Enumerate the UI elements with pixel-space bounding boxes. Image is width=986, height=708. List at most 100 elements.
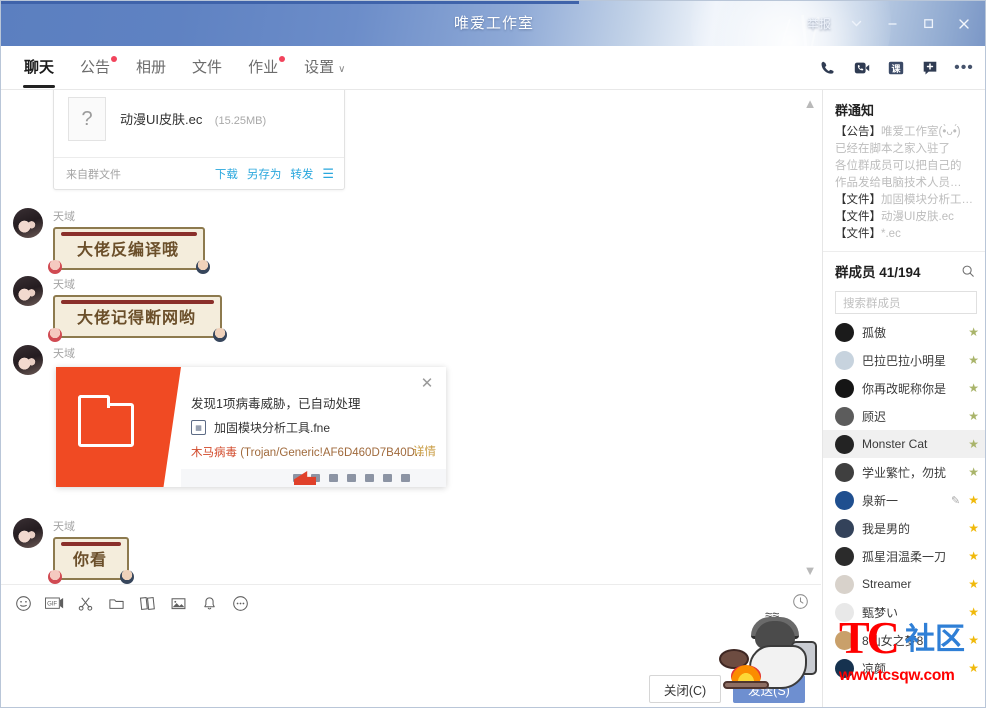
member-badge-icon: ★ [968,661,979,675]
folder-icon [78,395,134,447]
close-button[interactable]: 关闭(C) [649,675,721,703]
more-icon[interactable] [226,589,254,617]
code-snippet-icon[interactable] [133,589,161,617]
add-chat-icon[interactable] [915,53,945,83]
hamburger-icon[interactable]: ☰ [322,167,334,180]
badge-dot [279,56,286,62]
sticker-bubble[interactable]: 你看 [48,537,135,584]
tab-album[interactable]: 相册 [123,46,179,90]
download-link[interactable]: 下载 [215,166,238,182]
member-row[interactable]: 巴拉巴拉小明星 ★ [823,346,985,374]
tab-homework-label: 作业 [248,59,279,76]
chevron-down-icon[interactable] [839,7,873,41]
toast-body: 发现1项病毒威胁，已自动处理 ▦ 加固模块分析工具.fne 木马病毒 (Troj… [191,393,439,460]
notice-text: 已经在脚本之家入驻了 [835,143,950,155]
send-button[interactable]: 发送(S) [733,675,805,703]
member-search-placeholder: 搜索群成员 [843,297,901,310]
member-search-input[interactable]: 搜索群成员 [835,291,977,314]
member-row[interactable]: 我是男的 ★ [823,514,985,542]
bell-shake-icon[interactable] [195,589,223,617]
folder-icon[interactable] [102,589,130,617]
maximize-button[interactable] [911,7,945,41]
avatar [835,490,854,510]
tab-album-label: 相册 [136,59,167,76]
image-icon[interactable] [164,589,192,617]
chat-scrollbar[interactable]: ▲ ▼ [799,90,821,584]
sticker-bubble[interactable]: 大佬记得断网哟 [48,295,228,342]
tab-files[interactable]: 文件 [179,46,235,90]
save-as-link[interactable]: 另存为 [247,166,282,182]
edit-pencil-icon[interactable]: ✎ [951,494,960,507]
tab-homework[interactable]: 作业 [235,46,291,90]
member-row[interactable]: 学业繁忙，勿扰 ★ [823,458,985,486]
member-name: 学业繁忙，勿扰 [862,465,947,480]
member-row[interactable]: Streamer ★ [823,570,985,598]
detail-link[interactable]: 详情 [413,443,436,459]
navigation-bar: 聊天 公告 相册 文件 作业 设置 ∨ 课 ••• [1,46,985,90]
tab-announcement[interactable]: 公告 [67,46,123,90]
member-badge-icon: ★ [968,493,979,507]
tray-icon [401,474,410,482]
chibi-right-icon [213,328,228,342]
chevron-up-icon[interactable]: ▲ [804,96,817,111]
notice-line: 【文件】加固模块分析工… [835,192,977,209]
member-row[interactable]: 甄梦い ★ [823,598,985,626]
chat-message-list[interactable]: ? 动漫UI皮肤.ec (15.25MB) 来自群文件 下载 另存为 转发 ☰ … [1,90,821,584]
avatar[interactable] [13,208,43,238]
class-icon[interactable]: 课 [881,53,911,83]
avatar[interactable] [13,518,43,548]
emoji-icon[interactable] [9,589,37,617]
chat-message: 天域 你看 [13,518,135,584]
file-message-card[interactable]: ? 动漫UI皮肤.ec (15.25MB) 来自群文件 下载 另存为 转发 ☰ [53,90,345,190]
forward-link[interactable]: 转发 [290,166,313,182]
member-row[interactable]: 顾迟 ★ [823,402,985,430]
close-icon[interactable]: ✕ [416,372,438,394]
avatar [835,546,854,566]
input-toolbar: GIF [9,589,254,617]
notice-line: 【文件】*.ec [835,226,977,243]
phone-call-icon[interactable] [813,53,843,83]
member-list[interactable]: 孤傲 ★ 巴拉巴拉小明星 ★ 你再改昵称你是 ★ 顾迟 ★ Monster Cat ★ 学… [823,318,985,682]
member-row[interactable]: 泉新一 ✎ ★ [823,486,985,514]
group-notice-section[interactable]: 群通知 【公告】唯爱工作室(•̀ᴗ•́) 已经在脚本之家入驻了 各位群成员可以把… [823,90,985,252]
member-row[interactable]: 凉颜 ★ [823,654,985,682]
more-options-icon[interactable]: ••• [949,53,979,83]
member-row[interactable]: 孤星泪温柔一刀 ★ [823,542,985,570]
member-badge-icon: ★ [968,633,979,647]
avatar [835,322,854,342]
avatar [835,350,854,370]
member-row[interactable]: Monster Cat ★ [823,430,985,458]
video-call-icon[interactable] [847,53,877,83]
chat-message: 天域 大佬反编译哦 [13,208,211,274]
chat-history-clock-icon[interactable] [792,593,809,615]
tab-chat[interactable]: 聊天 [11,46,67,90]
sticker-bubble[interactable]: 大佬反编译哦 [48,227,211,274]
tab-chat-label: 聊天 [24,59,55,76]
close-button[interactable] [947,7,981,41]
screenshot-scissors-icon[interactable] [71,589,99,617]
avatar[interactable] [13,276,43,306]
gif-icon[interactable]: GIF [40,589,68,617]
member-name: 凉颜 [862,661,887,676]
member-badge-icon: ★ [968,409,979,423]
tab-announcement-label: 公告 [80,59,111,76]
chibi-right-icon [120,570,135,584]
file-card-bottom: 来自群文件 下载 另存为 转发 ☰ [54,157,344,189]
report-button[interactable]: 举报 [801,15,837,32]
antivirus-notification-popup[interactable]: ✕ 发现1项病毒威胁，已自动处理 ▦ 加固模块分析工具.fne 木马病毒 (Tr… [56,367,446,487]
chevron-down-icon[interactable]: ▼ [804,563,817,578]
minimize-button[interactable] [875,7,909,41]
search-icon[interactable] [961,264,975,278]
tab-settings[interactable]: 设置 ∨ [291,46,358,90]
member-row[interactable]: 你再改昵称你是 ★ [823,374,985,402]
member-row[interactable]: 8仙女之梦8 ★ [823,626,985,654]
virus-signature: (Trojan/Generic!AF6D460D7B40D... [240,447,425,459]
message-input[interactable] [15,623,807,669]
avatar[interactable] [13,345,43,375]
member-row[interactable]: 孤傲 ★ [823,318,985,346]
notice-text: *.ec [881,228,901,240]
badge-dot [111,56,118,62]
window-controls: 举报 [801,1,981,46]
chibi-right-icon [196,260,211,274]
tab-list: 聊天 公告 相册 文件 作业 设置 ∨ [11,46,358,90]
